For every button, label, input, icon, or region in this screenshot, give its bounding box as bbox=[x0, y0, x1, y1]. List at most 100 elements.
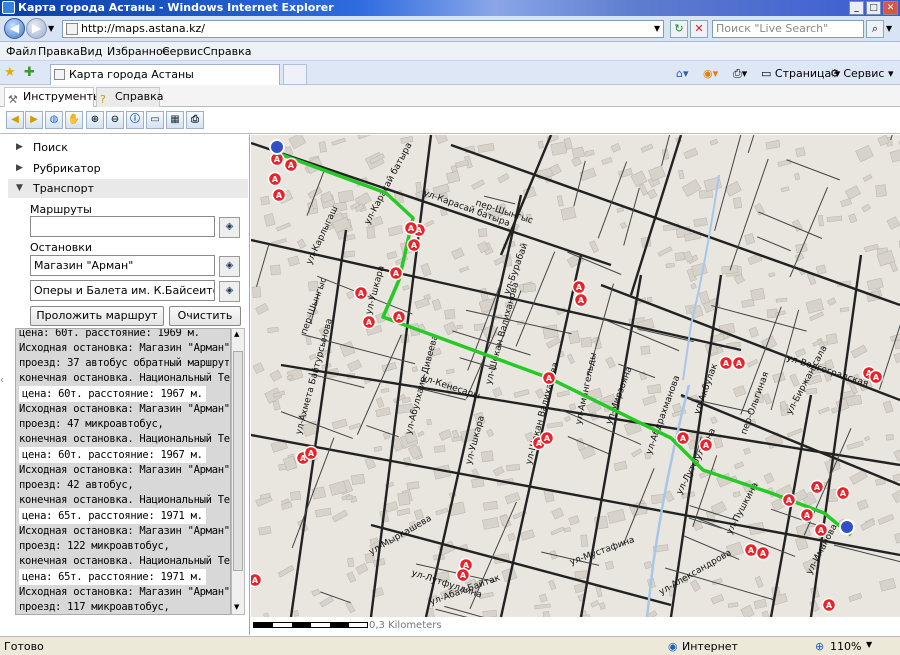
building bbox=[380, 388, 390, 393]
tab-help[interactable]: ? Справка bbox=[96, 87, 163, 107]
routes-input[interactable] bbox=[30, 216, 215, 237]
bus-stop-glyph: A bbox=[396, 313, 403, 322]
map-view[interactable]: ул-Карасай батыра пер-Шынгыс ул-Кенесары ул… bbox=[251, 135, 900, 617]
section-transport[interactable]: ▼ Транспорт bbox=[8, 179, 248, 198]
bus-stop-glyph: A bbox=[680, 434, 687, 443]
map-canvas[interactable]: ул-Карасай батыра пер-Шынгысул-Кенесарыул… bbox=[251, 135, 900, 617]
zoom-icon[interactable]: ⊕ bbox=[815, 640, 824, 653]
stop-icon[interactable]: ✕ bbox=[690, 20, 708, 38]
menu-view[interactable]: Вид bbox=[80, 45, 102, 58]
bus-stop-glyph: A bbox=[308, 449, 315, 458]
zoom-out-icon[interactable]: ⊖ bbox=[106, 111, 124, 129]
zoom-in-icon[interactable]: ⊕ bbox=[86, 111, 104, 129]
search-icon[interactable]: ⌕ bbox=[866, 20, 884, 38]
section-transport-label: Транспорт bbox=[33, 182, 94, 195]
bus-stop-glyph: A bbox=[252, 576, 259, 585]
building bbox=[542, 324, 559, 340]
tools-menu[interactable]: ⚙ Сервис ▾ bbox=[830, 67, 894, 80]
result-price: цена: 60т. расстояние: 1967 м. bbox=[19, 447, 206, 463]
scroll-thumb[interactable] bbox=[233, 351, 243, 571]
stop-from-input[interactable]: Магазин "Арман" bbox=[30, 255, 215, 276]
result-line: проезд: 37 автобус обратный маршрут, bbox=[19, 357, 231, 369]
building bbox=[426, 419, 432, 426]
bus-stop-glyph: A bbox=[366, 318, 373, 327]
scale-label: 0,3 Kilometers bbox=[369, 620, 442, 631]
building bbox=[258, 525, 272, 536]
new-tab-button[interactable] bbox=[283, 64, 307, 85]
layers-icon[interactable]: ▦ bbox=[166, 111, 184, 129]
globe-icon[interactable]: ◍ bbox=[45, 111, 63, 129]
tab-title: Карта города Астаны bbox=[69, 68, 194, 81]
building bbox=[482, 500, 498, 511]
print-map-icon[interactable]: ⎙ bbox=[186, 111, 204, 129]
address-input[interactable]: http://maps.astana.kz/ bbox=[62, 20, 664, 38]
scroll-up-icon[interactable]: ▲ bbox=[234, 330, 239, 338]
section-search-label: Поиск bbox=[33, 141, 68, 154]
back-arrow-icon[interactable]: ◀ bbox=[6, 111, 24, 129]
results-scrollbar[interactable]: ▲ ▼ bbox=[231, 328, 245, 615]
page-menu[interactable]: ▭ Страница ▾ bbox=[761, 67, 840, 80]
bus-stop-glyph: A bbox=[873, 373, 880, 382]
favorites-star-icon[interactable]: ★ bbox=[4, 65, 16, 80]
bus-stop-glyph: A bbox=[736, 359, 743, 368]
forward-arrow-icon[interactable]: ▶ bbox=[25, 111, 43, 129]
browser-tab[interactable]: Карта города Астаны bbox=[50, 64, 280, 85]
info-icon[interactable]: ⓘ bbox=[126, 111, 144, 129]
routes-picker-button[interactable]: ◈ bbox=[219, 217, 240, 238]
history-dropdown-icon[interactable]: ▼ bbox=[48, 24, 54, 33]
zoom-level[interactable]: 110% bbox=[830, 640, 861, 653]
refresh-icon[interactable]: ↻ bbox=[670, 20, 688, 38]
building bbox=[267, 326, 279, 333]
print-icon[interactable]: ⎙▾ bbox=[733, 67, 747, 81]
routes-label: Маршруты bbox=[30, 203, 92, 216]
minimize-button[interactable]: _ bbox=[849, 1, 864, 15]
add-favorite-icon[interactable]: ✚ bbox=[24, 65, 35, 80]
building bbox=[397, 491, 411, 506]
status-text: Готово bbox=[4, 640, 44, 653]
close-button[interactable]: ✕ bbox=[883, 1, 898, 15]
zoom-dropdown-icon[interactable]: ▼ bbox=[866, 640, 872, 649]
building bbox=[604, 560, 615, 570]
collapse-panel-icon[interactable]: ‹ bbox=[0, 375, 8, 389]
building bbox=[818, 214, 824, 227]
feeds-icon[interactable]: ◉▾ bbox=[703, 67, 718, 80]
menu-file[interactable]: Файл bbox=[6, 45, 36, 58]
tools-menu-label: Сервис bbox=[843, 67, 885, 80]
bus-stop-glyph: A bbox=[393, 269, 400, 278]
bus-stop-glyph: A bbox=[276, 191, 283, 200]
building bbox=[477, 228, 488, 238]
home-icon[interactable]: ⌂▾ bbox=[676, 67, 689, 80]
stop-to-input[interactable]: Оперы и Балета им. К.Байсеитовой bbox=[30, 280, 215, 301]
menu-tools[interactable]: Сервис bbox=[162, 45, 203, 58]
building bbox=[571, 146, 585, 159]
building bbox=[732, 197, 743, 209]
scroll-down-icon[interactable]: ▼ bbox=[234, 603, 239, 611]
building bbox=[444, 309, 456, 320]
back-button[interactable]: ◀ bbox=[4, 18, 25, 39]
forward-button[interactable]: ▶ bbox=[26, 18, 47, 39]
build-route-button[interactable]: Проложить маршрут bbox=[30, 306, 164, 326]
tab-tools[interactable]: ⚒ Инструменты bbox=[4, 87, 102, 107]
menu-bar: Файл Правка Вид Избранное Сервис Справка bbox=[0, 42, 900, 61]
building bbox=[522, 283, 537, 293]
section-search[interactable]: ▶ Поиск bbox=[8, 138, 248, 157]
menu-edit[interactable]: Правка bbox=[38, 45, 80, 58]
bus-stop-glyph: A bbox=[274, 155, 281, 164]
maximize-button[interactable]: □ bbox=[866, 1, 881, 15]
address-dropdown-icon[interactable]: ▼ bbox=[654, 24, 660, 33]
section-rubricator[interactable]: ▶ Рубрикатор bbox=[8, 159, 248, 178]
clear-button[interactable]: Очистить bbox=[169, 306, 241, 326]
menu-favorites[interactable]: Избранное bbox=[107, 45, 169, 58]
route-start-icon[interactable] bbox=[269, 139, 285, 155]
measure-icon[interactable]: ▭ bbox=[146, 111, 164, 129]
search-input[interactable]: Поиск "Live Search" bbox=[712, 20, 864, 38]
pan-hand-icon[interactable]: ✋ bbox=[65, 111, 83, 129]
building bbox=[875, 184, 887, 197]
stop-to-picker-button[interactable]: ◈ bbox=[219, 281, 240, 302]
route-end-icon[interactable] bbox=[839, 519, 855, 535]
search-dropdown-icon[interactable]: ▼ bbox=[886, 24, 892, 33]
menu-help[interactable]: Справка bbox=[203, 45, 251, 58]
building bbox=[580, 337, 593, 348]
building bbox=[574, 570, 588, 580]
stop-from-picker-button[interactable]: ◈ bbox=[219, 256, 240, 277]
